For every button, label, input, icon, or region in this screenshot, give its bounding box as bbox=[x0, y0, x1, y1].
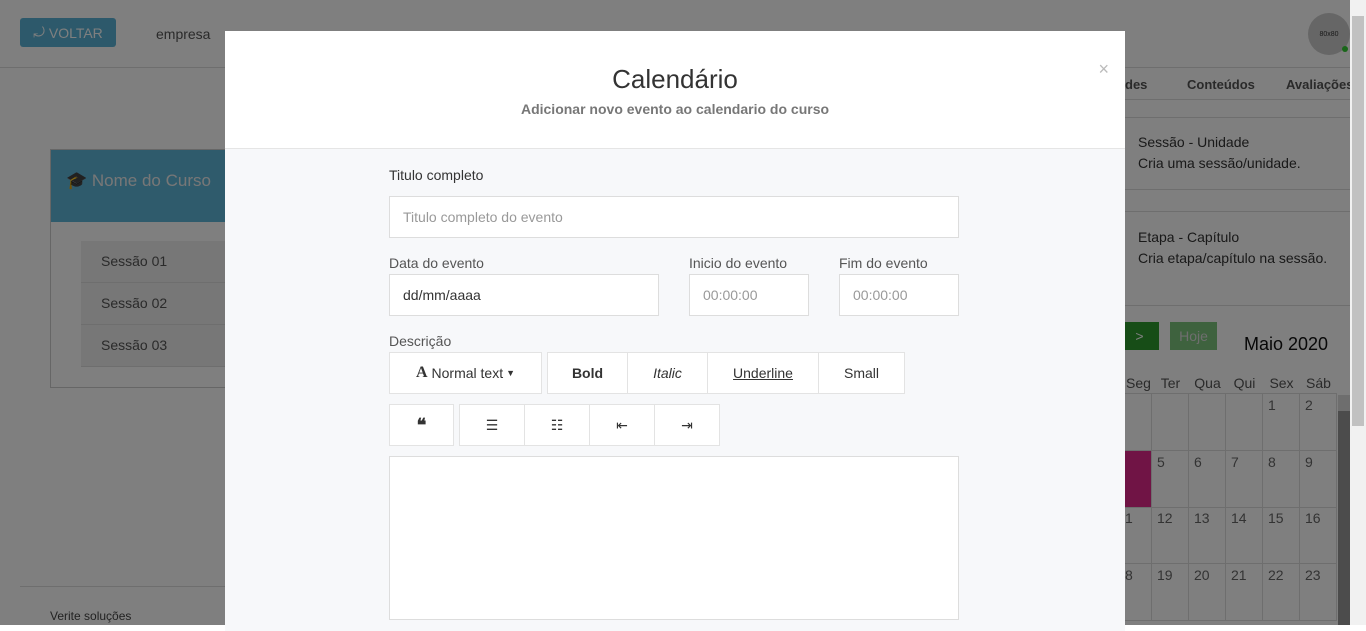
font-icon: A bbox=[415, 364, 428, 381]
italic-button[interactable]: Italic bbox=[627, 352, 708, 394]
date-label: Data do evento bbox=[389, 255, 484, 271]
end-time-input[interactable]: 00:00:00 bbox=[839, 274, 959, 316]
underline-button[interactable]: Underline bbox=[707, 352, 819, 394]
modal-header: Calendário Adicionar novo evento ao cale… bbox=[225, 31, 1125, 149]
modal-subtitle: Adicionar novo evento ao calendario do c… bbox=[520, 101, 830, 117]
close-icon[interactable]: × bbox=[1098, 59, 1109, 80]
title-label: Titulo completo bbox=[389, 167, 484, 183]
quote-icon[interactable]: ❝ bbox=[389, 404, 454, 446]
outdent-icon[interactable]: ⇤ bbox=[589, 404, 655, 446]
numbered-list-icon[interactable]: ☷ bbox=[524, 404, 590, 446]
title-input[interactable]: Titulo completo do evento bbox=[389, 196, 959, 238]
caret-down-icon: ▼ bbox=[506, 368, 516, 378]
end-label: Fim do evento bbox=[839, 255, 928, 271]
event-modal: Calendário Adicionar novo evento ao cale… bbox=[225, 31, 1125, 631]
date-input[interactable]: dd/mm/aaaa bbox=[389, 274, 659, 316]
description-editor[interactable] bbox=[389, 456, 959, 620]
start-label: Inicio do evento bbox=[689, 255, 788, 271]
bold-button[interactable]: Bold bbox=[547, 352, 628, 394]
start-time-input[interactable]: 00:00:00 bbox=[689, 274, 809, 316]
description-label: Descrição bbox=[389, 333, 452, 349]
format-dropdown[interactable]: A Normal text ▼ bbox=[389, 352, 542, 394]
small-button[interactable]: Small bbox=[818, 352, 905, 394]
indent-icon[interactable]: ⇥ bbox=[654, 404, 720, 446]
bullet-list-icon[interactable]: ☰ bbox=[459, 404, 525, 446]
modal-title: Calendário bbox=[612, 64, 738, 94]
page-scrollbar-thumb[interactable] bbox=[1352, 16, 1364, 426]
